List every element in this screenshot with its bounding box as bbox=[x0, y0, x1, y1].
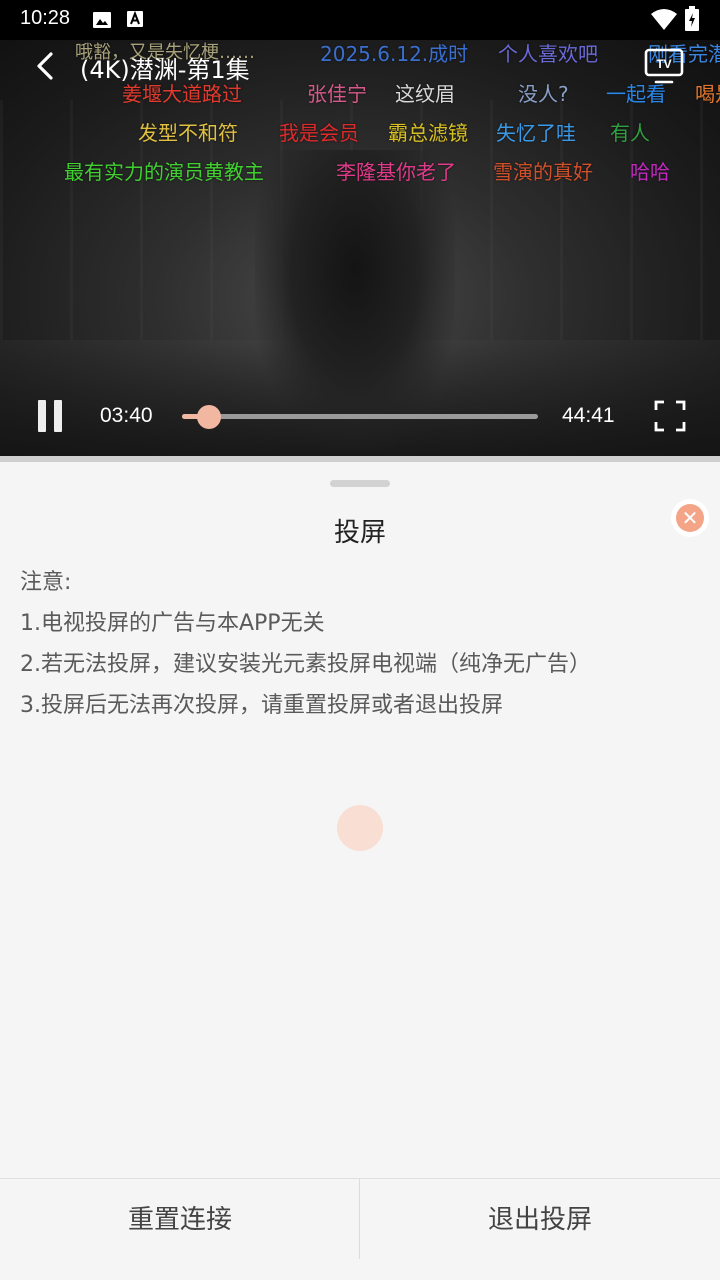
danmaku-comment: 我是会员 bbox=[279, 121, 359, 145]
danmaku-comment: 2025.6.12.成时 bbox=[320, 42, 469, 66]
image-icon bbox=[93, 12, 111, 28]
wifi-icon bbox=[651, 9, 677, 30]
notice-line: 1.电视投屏的广告与本APP无关 bbox=[20, 611, 325, 636]
loading-spinner bbox=[337, 805, 383, 851]
seek-bar[interactable] bbox=[182, 405, 538, 429]
status-time: 10:28 bbox=[20, 7, 71, 29]
chevron-left-icon[interactable] bbox=[30, 50, 62, 82]
cast-bottom-sheet: 投屏 ✕ 注意: 1.电视投屏的广告与本APP无关 2.若无法投屏，建议安装光元… bbox=[0, 462, 720, 1280]
battery-icon bbox=[685, 6, 699, 31]
drag-handle[interactable] bbox=[330, 480, 390, 487]
fullscreen-icon[interactable] bbox=[654, 400, 686, 432]
danmaku-comment: 没人? bbox=[518, 82, 569, 106]
danmaku-comment: 哈哈 bbox=[630, 160, 670, 184]
notice-block: 注意: 1.电视投屏的广告与本APP无关 2.若无法投屏，建议安装光元素投屏电视… bbox=[20, 562, 591, 726]
exit-cast-button[interactable]: 退出投屏 bbox=[360, 1179, 720, 1261]
accessibility-a-icon bbox=[127, 10, 143, 27]
video-player[interactable]: 哦豁，又是失忆梗…… 2025.6.12.成时 个人喜欢吧 刚看完潜 姜堰大道路… bbox=[0, 40, 720, 456]
danmaku-comment: 李隆基你老了 bbox=[336, 160, 456, 184]
danmaku-comment: 张佳宁 bbox=[307, 82, 367, 106]
notice-line: 2.若无法投屏，建议安装光元素投屏电视端（纯净无广告） bbox=[20, 652, 591, 677]
total-time: 44:41 bbox=[562, 404, 615, 427]
danmaku-comment: 有人 bbox=[610, 121, 650, 145]
notice-line: 3.投屏后无法再次投屏，请重置投屏或者退出投屏 bbox=[20, 693, 503, 718]
danmaku-comment: 喝是 bbox=[695, 82, 720, 106]
danmaku-comment: 最有实力的演员黄教主 bbox=[64, 160, 264, 184]
notice-heading: 注意: bbox=[20, 570, 72, 595]
danmaku-comment: 这纹眉 bbox=[395, 82, 455, 106]
player-controls: 03:40 44:41 bbox=[0, 390, 720, 446]
danmaku-comment: 失忆了哇 bbox=[496, 121, 576, 145]
danmaku-comment: 个人喜欢吧 bbox=[498, 42, 598, 66]
tv-icon[interactable]: TV bbox=[644, 48, 684, 84]
danmaku-comment: 霸总滤镜 bbox=[388, 121, 468, 145]
danmaku-comment: 雪演的真好 bbox=[493, 160, 593, 184]
danmaku-comment: 发型不和符 bbox=[138, 121, 238, 145]
close-button[interactable]: ✕ bbox=[671, 499, 709, 537]
svg-text:TV: TV bbox=[656, 57, 671, 71]
sheet-footer: 重置连接 退出投屏 bbox=[0, 1178, 720, 1280]
reset-connection-button[interactable]: 重置连接 bbox=[0, 1179, 360, 1261]
status-bar: 10:28 bbox=[0, 0, 720, 40]
close-x-icon: ✕ bbox=[676, 504, 704, 532]
sheet-title: 投屏 bbox=[333, 518, 386, 548]
video-title: (4K)潜渊-第1集 bbox=[80, 56, 250, 84]
seek-thumb[interactable] bbox=[197, 405, 222, 429]
current-time: 03:40 bbox=[100, 404, 153, 427]
pause-button[interactable] bbox=[36, 400, 64, 432]
